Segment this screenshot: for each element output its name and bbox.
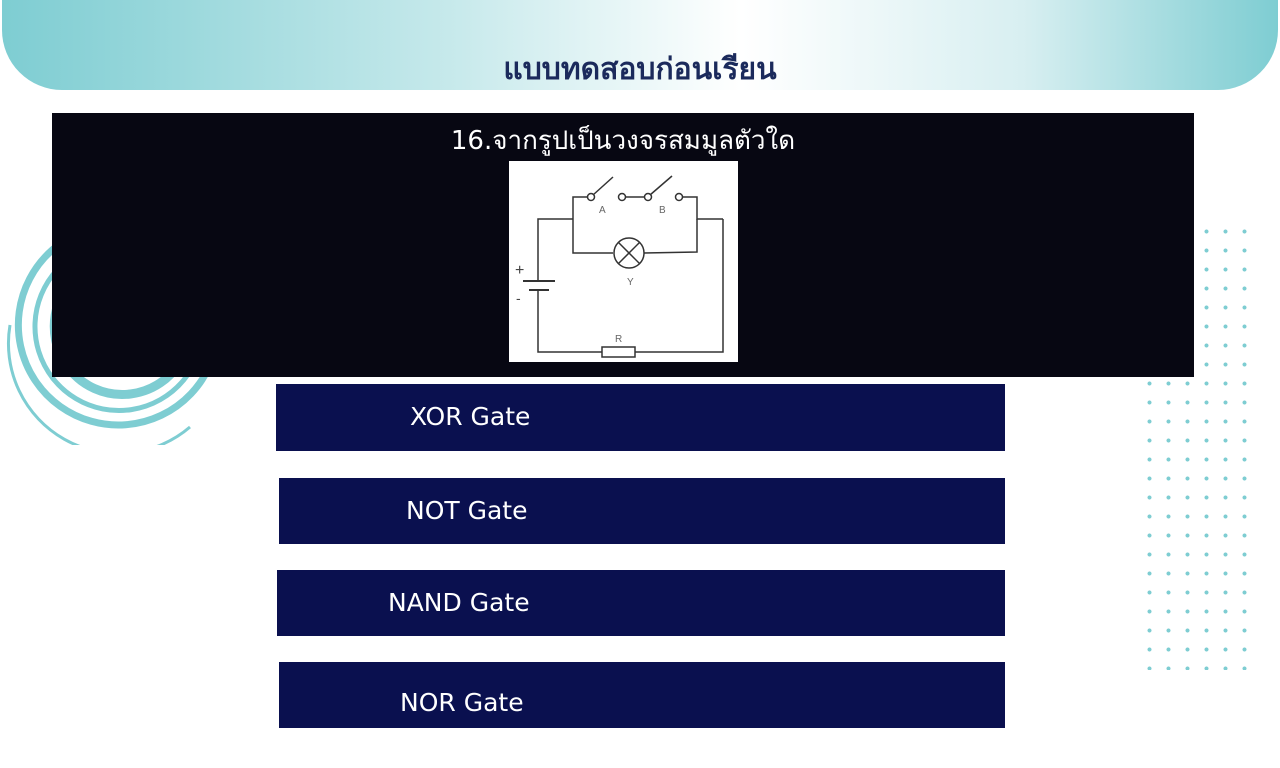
page-title: แบบทดสอบก่อนเรียน (503, 52, 777, 87)
switch-a-label: A (599, 205, 606, 216)
battery-minus-label: - (516, 290, 521, 306)
resistor-label: R (615, 334, 622, 345)
answer-option-nor[interactable]: NOR Gate (279, 662, 1005, 728)
answer-option-label: NAND Gate (388, 588, 530, 617)
answer-option-label: NOR Gate (400, 688, 524, 717)
answer-option-not[interactable]: NOT Gate (279, 478, 1005, 544)
answer-option-label: NOT Gate (406, 496, 528, 525)
circuit-diagram: A B Y R + - (509, 161, 738, 362)
question-panel: 16.จากรูปเป็นวงจรสมมูลตัวใด A B Y R + - (52, 113, 1194, 377)
lamp-label: Y (627, 277, 634, 288)
answer-option-xor[interactable]: XOR Gate (276, 384, 1005, 451)
answer-option-label: XOR Gate (410, 402, 531, 431)
switch-b-label: B (659, 205, 666, 216)
question-text: 16.จากรูปเป็นวงจรสมมูลตัวใด (450, 126, 796, 156)
answer-option-nand[interactable]: NAND Gate (277, 570, 1005, 636)
battery-plus-label: + (515, 262, 524, 279)
